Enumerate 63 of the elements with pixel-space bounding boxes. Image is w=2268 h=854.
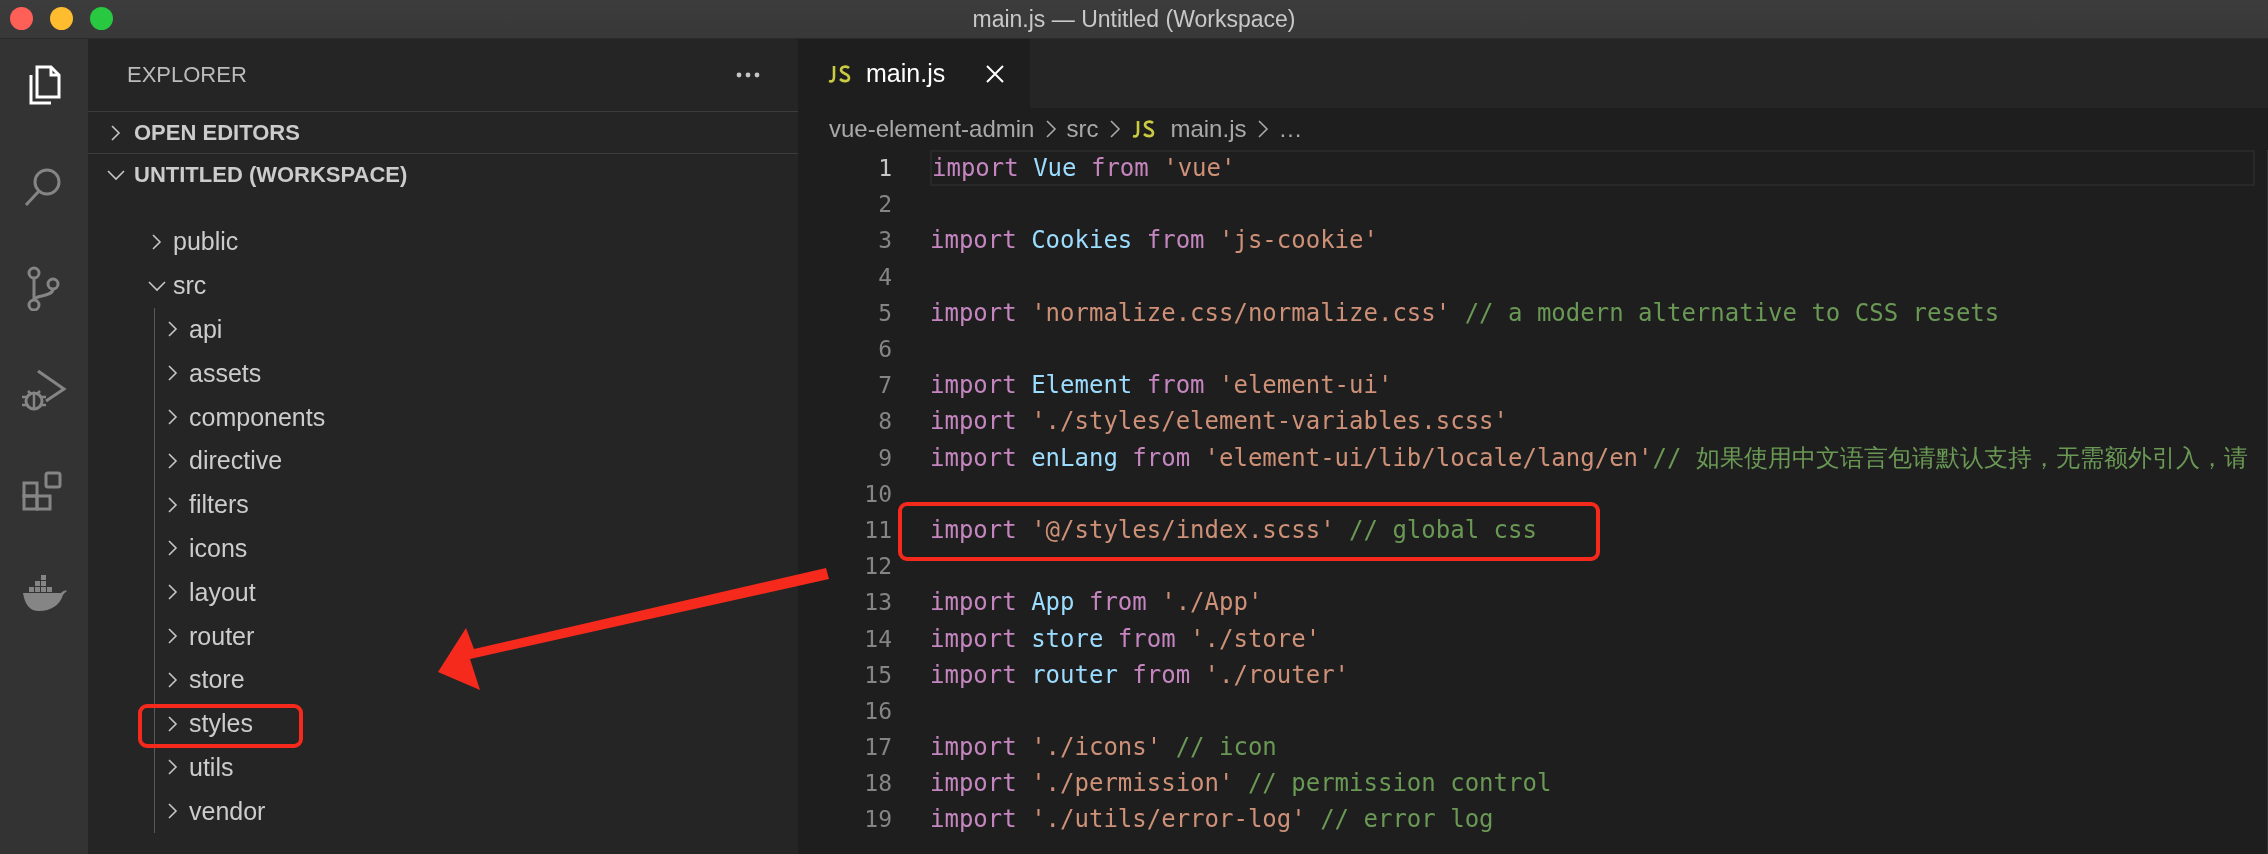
tree-item[interactable]: layout [163,570,256,615]
line-number: 15 [863,661,892,688]
code-line: import './utils/error-log' // error log [930,805,1494,834]
tree-item[interactable]: directive [163,439,283,483]
window-title: main.js — Untitled (Workspace) [972,5,1296,33]
section-header[interactable]: OPEN EDITORS [88,112,300,153]
line-number: 10 [863,480,892,507]
code-line: import '@/styles/index.scss' // global css [930,515,1537,544]
line-number: 16 [863,697,892,724]
tree-item[interactable]: store [163,657,245,702]
sidebar-title: EXPLORER [127,62,247,88]
breadcrumb-item[interactable]: main.js [1170,115,1247,143]
close-icon[interactable] [984,62,1006,85]
code-line: import enLang from 'element-ui/lib/locale/lang/en'// 如果使用中文语言包请默认支持，无需额外引入，请 [930,442,2248,474]
code-line: import App from './App' [930,588,1263,617]
close-button[interactable] [10,7,33,30]
code-line: import Vue from 'vue' [932,154,1236,183]
minimize-button[interactable] [50,7,73,30]
more-icon[interactable] [736,72,760,78]
line-number: 9 [877,444,892,471]
line-number: 8 [877,408,892,435]
tree-item[interactable]: public [147,220,239,264]
code-line: import Element from 'element-ui' [930,371,1393,400]
code-line: import Cookies from 'js-cookie' [930,226,1378,255]
line-number: 2 [877,191,892,218]
line-number: 3 [877,227,892,254]
tree-item[interactable]: assets [163,351,262,396]
line-number: 11 [863,516,892,543]
code-line: import 'normalize.css/normalize.css' // a modern alternative to CSS resets [930,298,2000,327]
code-line: import store from './store' [930,624,1321,653]
tree-item[interactable]: filters [163,482,249,527]
code-line: import './icons' // icon [930,733,1277,762]
line-number: 19 [863,806,892,833]
line-number: 6 [877,336,892,363]
js-file-icon [826,62,852,85]
tree-item[interactable]: api [163,307,223,352]
line-number: 7 [877,372,892,399]
tree-item[interactable]: components [163,395,326,439]
line-number: 18 [863,770,892,797]
tree-item[interactable]: vendor [163,789,266,834]
line-number: 14 [863,625,892,652]
line-number: 13 [863,589,892,616]
line-number: 4 [877,263,892,290]
bug-play-icon[interactable] [20,367,68,413]
line-number: 5 [877,299,892,326]
tree-item[interactable]: icons [163,526,248,571]
zoom-button[interactable] [90,7,113,30]
breadcrumb-item[interactable]: src [1066,115,1099,143]
tree-item[interactable]: src [147,263,207,308]
tree-item[interactable]: utils [163,745,234,790]
code-line: import router from './router' [930,660,1350,689]
line-number: 17 [863,734,892,761]
js-file-icon [1130,118,1157,140]
breadcrumb-item[interactable]: vue-element-admin [829,115,1035,143]
editor-tab[interactable]: main.js [798,39,1030,108]
line-number: 12 [863,553,892,580]
tree-item[interactable]: styles [163,701,253,746]
section-header[interactable]: UNTITLED (WORKSPACE) [88,154,408,195]
code-line: import './permission' // permission control [930,769,1552,798]
breadcrumb-item[interactable]: … [1278,115,1303,143]
tree-item[interactable]: router [163,614,255,658]
code-line: import './styles/element-variables.scss' [930,407,1508,436]
line-number: 1 [877,155,892,182]
